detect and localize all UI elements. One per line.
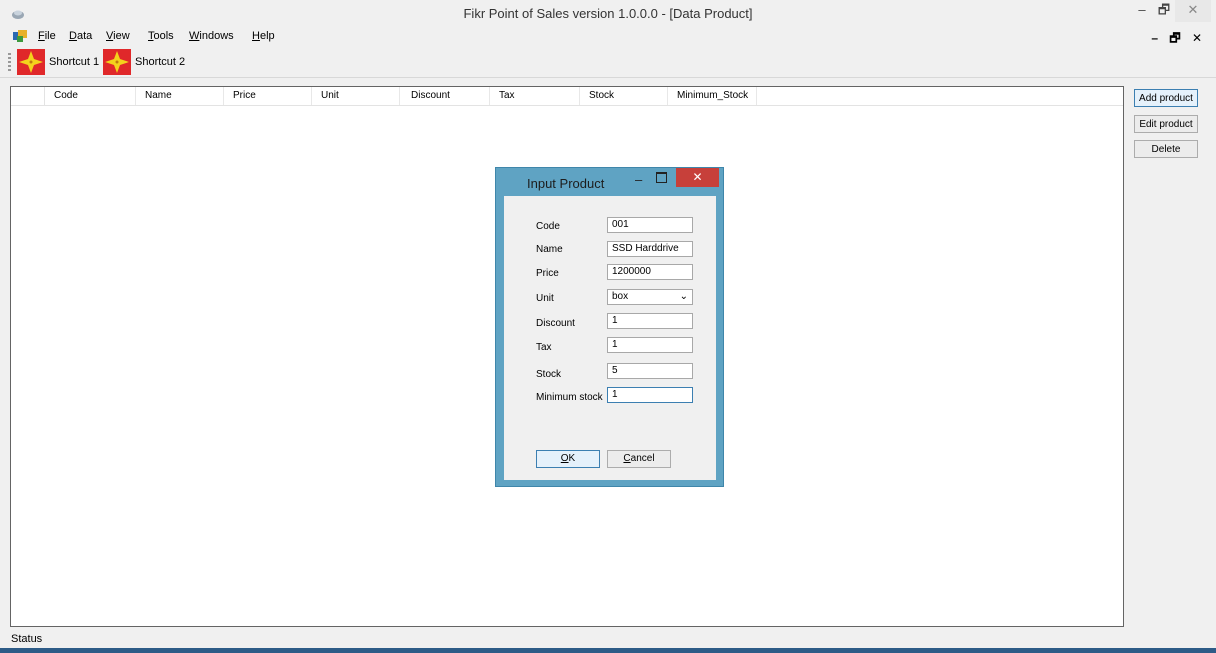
unit-select[interactable]: box ⌄ bbox=[607, 289, 693, 305]
dialog-body: Code 001 Name SSD Harddrive Price 120000… bbox=[504, 196, 716, 480]
column-header-price[interactable]: Price bbox=[233, 90, 256, 101]
dialog-title: Input Product bbox=[527, 176, 605, 191]
column-header-name[interactable]: Name bbox=[145, 90, 172, 101]
menu-view-label: iew bbox=[113, 30, 130, 42]
column-header-unit[interactable]: Unit bbox=[321, 90, 339, 101]
minimize-button[interactable]: – bbox=[1130, 0, 1154, 22]
column-divider[interactable] bbox=[756, 87, 757, 105]
ok-label: K bbox=[568, 453, 576, 464]
name-input[interactable]: SSD Harddrive bbox=[607, 241, 693, 257]
menu-bar: File Data View Tools Windows Help – 🗗 ✕ bbox=[0, 27, 1216, 47]
toolbar-grip[interactable] bbox=[8, 53, 11, 73]
edit-product-button[interactable]: Edit product bbox=[1134, 115, 1198, 133]
name-label: Name bbox=[536, 244, 563, 255]
tax-input[interactable]: 1 bbox=[607, 337, 693, 353]
unit-select-value: box bbox=[612, 291, 629, 302]
column-divider[interactable] bbox=[579, 87, 580, 105]
cancel-hotkey: C bbox=[623, 453, 631, 464]
menu-windows[interactable]: Windows bbox=[189, 30, 234, 42]
shortcut-star-icon bbox=[17, 49, 45, 75]
taskbar-strip bbox=[0, 648, 1216, 653]
input-product-dialog: Input Product – ✕ Code 001 Name SSD Hard… bbox=[495, 167, 724, 487]
tax-label: Tax bbox=[536, 342, 552, 353]
dialog-maximize-button[interactable] bbox=[656, 172, 667, 183]
code-label: Code bbox=[536, 221, 560, 232]
shortcut-2-label: Shortcut 2 bbox=[135, 56, 186, 68]
maximize-button[interactable]: 🗗 bbox=[1152, 0, 1176, 22]
column-header-tax[interactable]: Tax bbox=[499, 90, 515, 101]
menu-data-label: ata bbox=[76, 30, 93, 42]
column-divider[interactable] bbox=[489, 87, 490, 105]
window-title: Fikr Point of Sales version 1.0.0.0 - [D… bbox=[463, 6, 753, 21]
menu-windows-hotkey: W bbox=[189, 30, 200, 42]
ok-button[interactable]: OK bbox=[536, 450, 600, 468]
column-header-code[interactable]: Code bbox=[54, 90, 78, 101]
column-divider[interactable] bbox=[135, 87, 136, 105]
unit-label: Unit bbox=[536, 293, 554, 304]
row-header-corner[interactable] bbox=[11, 87, 45, 105]
close-button[interactable]: ✕ bbox=[1175, 0, 1211, 22]
column-divider[interactable] bbox=[311, 87, 312, 105]
menu-data-hotkey: D bbox=[69, 30, 77, 42]
menu-help[interactable]: Help bbox=[252, 30, 275, 42]
status-bar: Status bbox=[0, 630, 1216, 648]
column-header-stock[interactable]: Stock bbox=[589, 90, 614, 101]
minimum-stock-input[interactable]: 1 bbox=[607, 387, 693, 403]
menu-tools-label: ools bbox=[153, 30, 174, 42]
add-product-button[interactable]: Add product bbox=[1134, 89, 1198, 107]
minimum-stock-label: Minimum stock bbox=[536, 392, 603, 403]
cancel-button[interactable]: Cancel bbox=[607, 450, 671, 468]
stock-input[interactable]: 5 bbox=[607, 363, 693, 379]
dialog-minimize-button[interactable]: – bbox=[635, 172, 642, 187]
shortcut-star-icon bbox=[103, 49, 131, 75]
ok-hotkey: O bbox=[560, 453, 569, 464]
column-divider[interactable] bbox=[223, 87, 224, 105]
title-bar: Fikr Point of Sales version 1.0.0.0 - [D… bbox=[0, 0, 1216, 28]
cancel-label: ancel bbox=[630, 453, 655, 464]
menu-tools[interactable]: Tools bbox=[148, 30, 174, 42]
shortcut-1-label: Shortcut 1 bbox=[49, 56, 100, 68]
column-divider[interactable] bbox=[667, 87, 668, 105]
column-header-discount[interactable]: Discount bbox=[411, 90, 450, 101]
menu-view[interactable]: View bbox=[106, 30, 130, 42]
delete-button[interactable]: Delete bbox=[1134, 140, 1198, 158]
discount-label: Discount bbox=[536, 318, 575, 329]
discount-input[interactable]: 1 bbox=[607, 313, 693, 329]
stock-label: Stock bbox=[536, 369, 562, 380]
code-input[interactable]: 001 bbox=[607, 217, 693, 233]
dialog-close-button[interactable]: ✕ bbox=[676, 168, 719, 187]
menu-file-label: ile bbox=[44, 30, 56, 42]
status-text: Status bbox=[11, 633, 43, 645]
menu-help-label: elp bbox=[259, 30, 275, 42]
column-header-minimum-stock[interactable]: Minimum_Stock bbox=[677, 90, 748, 101]
menu-windows-label: indows bbox=[199, 30, 234, 42]
menu-file-hotkey: F bbox=[38, 30, 45, 42]
grid-header: Code Name Price Unit Discount Tax Stock … bbox=[11, 87, 1123, 106]
column-divider[interactable] bbox=[399, 87, 400, 105]
toolbar: Shortcut 1 Shortcut 2 bbox=[0, 47, 1216, 78]
menu-help-hotkey: H bbox=[252, 30, 260, 42]
price-label: Price bbox=[536, 268, 559, 279]
shortcut-1-button[interactable]: Shortcut 1 bbox=[17, 49, 100, 75]
chevron-down-icon[interactable]: ⌄ bbox=[680, 291, 688, 303]
mdi-window-icon[interactable] bbox=[13, 30, 27, 43]
menu-data[interactable]: Data bbox=[69, 30, 92, 42]
menu-file[interactable]: File bbox=[38, 30, 56, 42]
price-input[interactable]: 1200000 bbox=[607, 264, 693, 280]
shortcut-2-button[interactable]: Shortcut 2 bbox=[103, 49, 186, 75]
